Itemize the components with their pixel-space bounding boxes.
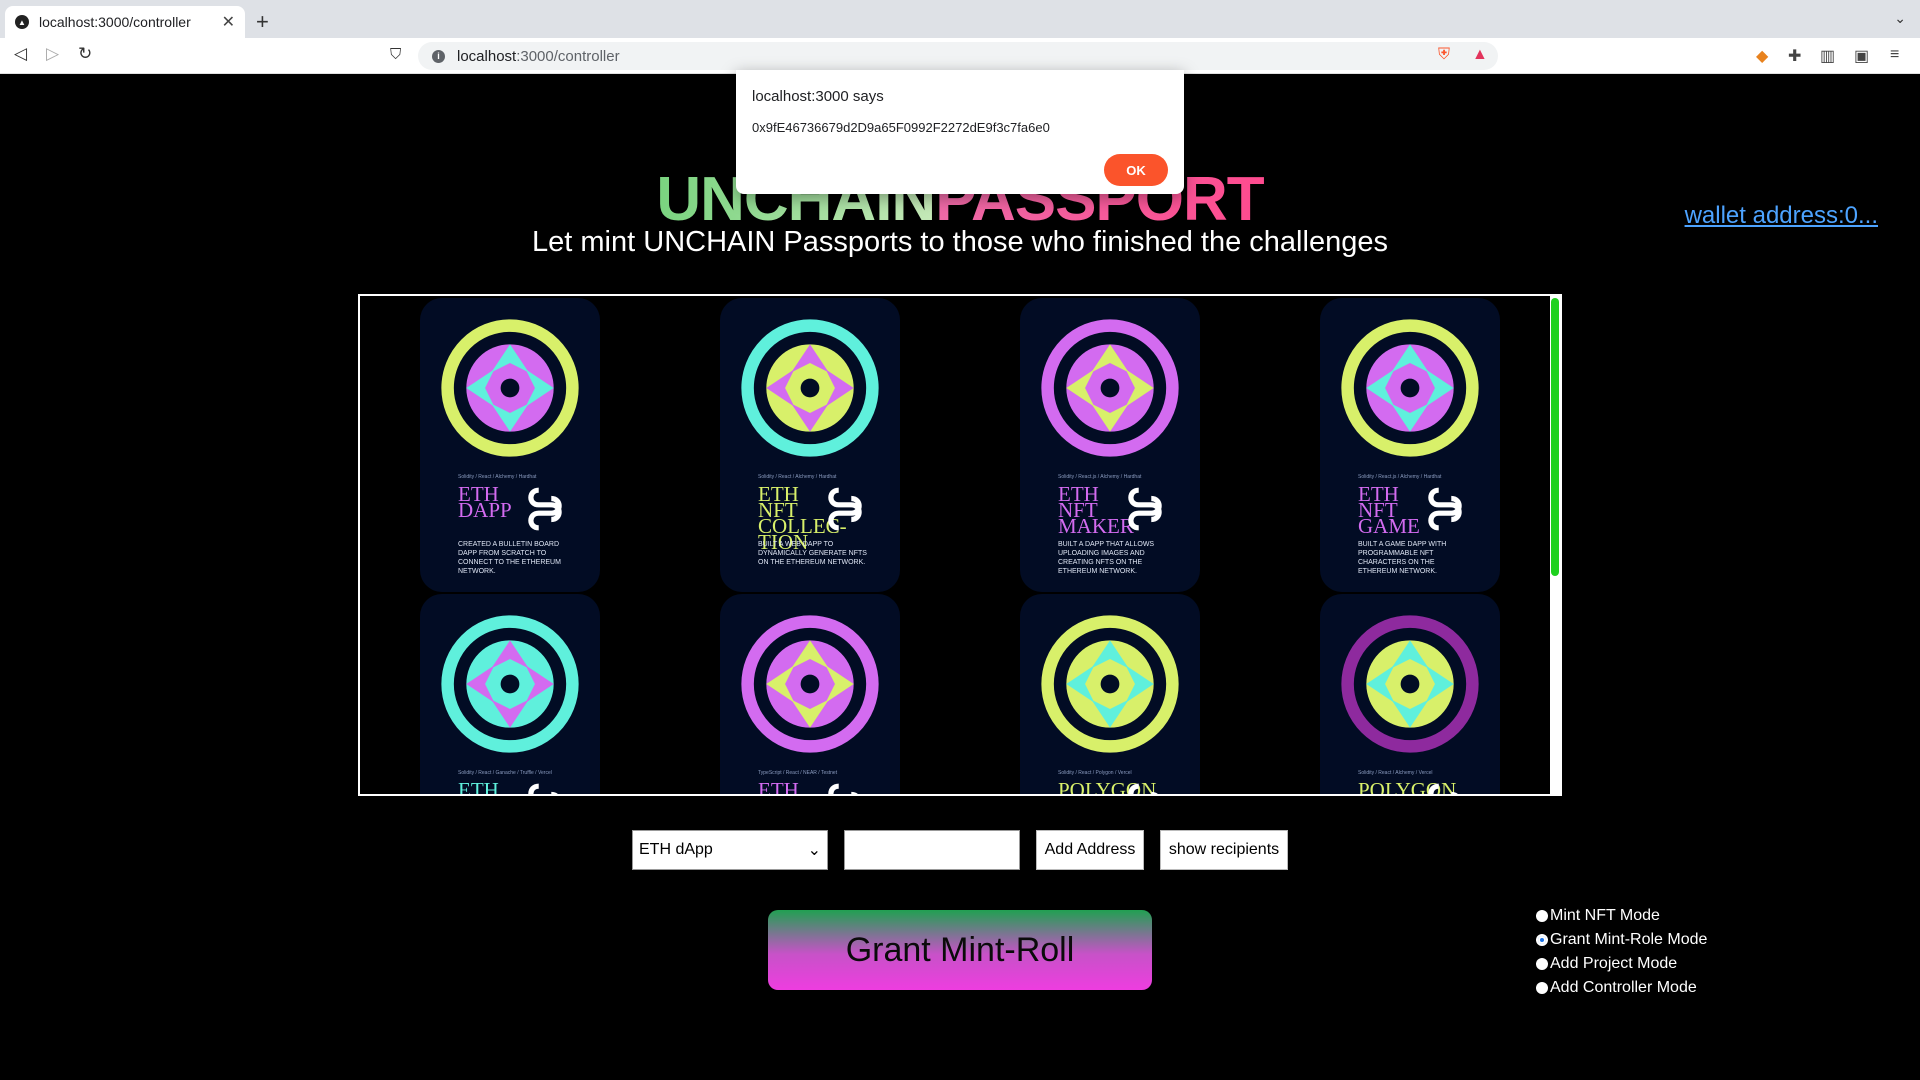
- nft-gallery[interactable]: Solidity / React / Alchemy / Hardhat ETH …: [358, 294, 1562, 796]
- card-tags: Solidity / React / Polygon / Vercel: [1058, 770, 1132, 776]
- mode-option[interactable]: Add Controller Mode: [1536, 976, 1707, 1000]
- dialog-message: 0x9fE46736679d2D9a65F0992F2272dE9f3c7fa6…: [752, 120, 1050, 135]
- passport-emblem-icon: [1041, 615, 1179, 753]
- menu-icon[interactable]: ≡: [1890, 46, 1899, 64]
- show-recipients-button[interactable]: show recipients: [1160, 830, 1288, 870]
- chevron-down-icon: ⌄: [807, 842, 821, 859]
- close-tab-icon[interactable]: ✕: [222, 12, 235, 32]
- mode-label: Grant Mint-Role Mode: [1550, 931, 1708, 948]
- card-tags: Solidity / React.js / Alchemy / Hardhat: [1058, 474, 1142, 480]
- card-tags: TypeScript / React / NEAR / Testnet: [758, 770, 838, 776]
- tab-title: localhost:3000/controller: [39, 14, 191, 30]
- card-tags: Solidity / React / Alchemy / Hardhat: [758, 474, 837, 480]
- nft-card[interactable]: TypeScript / React / NEAR / Testnet ETH: [720, 594, 900, 794]
- address-bar[interactable]: i localhost:3000/controller: [418, 42, 1498, 70]
- passport-emblem-icon: [1341, 615, 1479, 753]
- nft-card[interactable]: Solidity / React / Ganache / Truffle / V…: [420, 594, 600, 794]
- unchain-logo-icon: [828, 487, 862, 531]
- unchain-logo-icon: [528, 783, 558, 794]
- nft-grid: Solidity / React / Alchemy / Hardhat ETH …: [360, 296, 1550, 794]
- unchain-logo-icon: [1128, 487, 1162, 531]
- unchain-logo-icon: [528, 487, 562, 531]
- brave-shield-icon[interactable]: ⛨: [1438, 46, 1450, 64]
- ok-button[interactable]: OK: [1104, 154, 1168, 186]
- passport-emblem-icon: [1041, 319, 1179, 457]
- browser-tab-bar: ▲ localhost:3000/controller ✕ + ⌄: [0, 0, 1920, 38]
- nft-card[interactable]: Solidity / React.js / Alchemy / Hardhat E…: [1020, 298, 1200, 592]
- url-path: :3000/controller: [516, 47, 620, 65]
- mode-radio-group: Mint NFT Mode Grant Mint-Role Mode Add Pro…: [1536, 904, 1707, 1000]
- add-address-button[interactable]: Add Address: [1036, 830, 1144, 870]
- card-description: Built a web dapp to dynamically generate…: [758, 541, 867, 566]
- unchain-logo-icon: [828, 783, 858, 794]
- passport-emblem-icon: [1341, 319, 1479, 457]
- nft-card[interactable]: Solidity / React / Alchemy / Hardhat ETH …: [420, 298, 600, 592]
- scrollbar[interactable]: [1550, 296, 1560, 794]
- passport-emblem-icon: [441, 319, 579, 457]
- wallet-icon[interactable]: ▣: [1854, 46, 1869, 66]
- browser-tab[interactable]: ▲ localhost:3000/controller ✕: [5, 6, 245, 38]
- scrollbar-thumb[interactable]: [1551, 298, 1559, 576]
- site-info-icon[interactable]: i: [432, 49, 445, 63]
- page-content: UNCHAINPASSPORT Let mint UNCHAIN Passpor…: [0, 74, 1920, 1080]
- nft-card[interactable]: Solidity / React.js / Alchemy / Hardhat E…: [1320, 298, 1500, 592]
- url-host: localhost: [457, 47, 517, 65]
- project-select[interactable]: ETH dApp ⌄: [632, 830, 828, 870]
- card-tags: Solidity / React / Ganache / Truffle / V…: [458, 770, 552, 776]
- nft-card[interactable]: Solidity / React / Alchemy / Vercel POLYG…: [1320, 594, 1500, 794]
- reload-icon[interactable]: ↻: [78, 44, 92, 64]
- mode-label: Mint NFT Mode: [1550, 907, 1660, 924]
- mode-radio[interactable]: [1536, 982, 1548, 994]
- card-tags: Solidity / React.js / Alchemy / Hardhat: [1358, 474, 1442, 480]
- dialog-title: localhost:3000 says: [752, 88, 884, 105]
- mode-label: Add Controller Mode: [1550, 979, 1697, 996]
- alert-dialog: localhost:3000 says 0x9fE46736679d2D9a65…: [736, 70, 1184, 194]
- favicon-icon: ▲: [15, 15, 29, 29]
- browser-toolbar: ◁ ▷ ↻ ⛉ i localhost:3000/controller ⛨ ▲ …: [0, 38, 1920, 74]
- card-tags: Solidity / React / Alchemy / Hardhat: [458, 474, 537, 480]
- mode-option[interactable]: Mint NFT Mode: [1536, 904, 1707, 928]
- bookmark-icon[interactable]: ⛉: [390, 46, 401, 63]
- card-description: Created a bulletin board dapp from scrat…: [458, 541, 561, 575]
- chevron-down-icon[interactable]: ⌄: [1894, 10, 1906, 27]
- nft-card[interactable]: Solidity / React / Polygon / Vercel POLYG…: [1020, 594, 1200, 794]
- card-tags: Solidity / React / Alchemy / Vercel: [1358, 770, 1433, 776]
- address-input[interactable]: [844, 830, 1020, 870]
- metamask-icon[interactable]: ◆: [1756, 46, 1768, 66]
- mode-option[interactable]: Add Project Mode: [1536, 952, 1707, 976]
- page-subtitle: Let mint UNCHAIN Passports to those who …: [532, 226, 1388, 258]
- card-description: Built a dapp that allows uploading image…: [1058, 541, 1155, 575]
- sidebar-icon[interactable]: ▥: [1820, 46, 1835, 66]
- nft-card[interactable]: Solidity / React / Alchemy / Hardhat ETH …: [720, 298, 900, 592]
- back-icon[interactable]: ◁: [14, 44, 27, 64]
- forward-icon[interactable]: ▷: [46, 44, 59, 64]
- mode-option[interactable]: Grant Mint-Role Mode: [1536, 928, 1707, 952]
- brave-rewards-icon[interactable]: ▲: [1472, 46, 1488, 64]
- grant-mint-roll-button[interactable]: Grant Mint-Roll: [768, 910, 1152, 990]
- passport-emblem-icon: [741, 615, 879, 753]
- mode-label: Add Project Mode: [1550, 955, 1678, 972]
- new-tab-icon[interactable]: +: [256, 9, 269, 35]
- extensions-icon[interactable]: ✚: [1788, 46, 1801, 66]
- project-select-value: ETH dApp: [639, 841, 713, 858]
- mode-radio[interactable]: [1536, 958, 1548, 970]
- mode-radio[interactable]: [1536, 910, 1548, 922]
- mode-radio[interactable]: [1536, 934, 1548, 946]
- unchain-logo-icon: [1428, 487, 1462, 531]
- passport-emblem-icon: [441, 615, 579, 753]
- wallet-address-link[interactable]: wallet address:0...: [1685, 202, 1878, 230]
- passport-emblem-icon: [741, 319, 879, 457]
- card-description: Built a game dapp with programmable NFT …: [1358, 541, 1447, 575]
- unchain-logo-icon: [1128, 783, 1158, 794]
- unchain-logo-icon: [1428, 783, 1458, 794]
